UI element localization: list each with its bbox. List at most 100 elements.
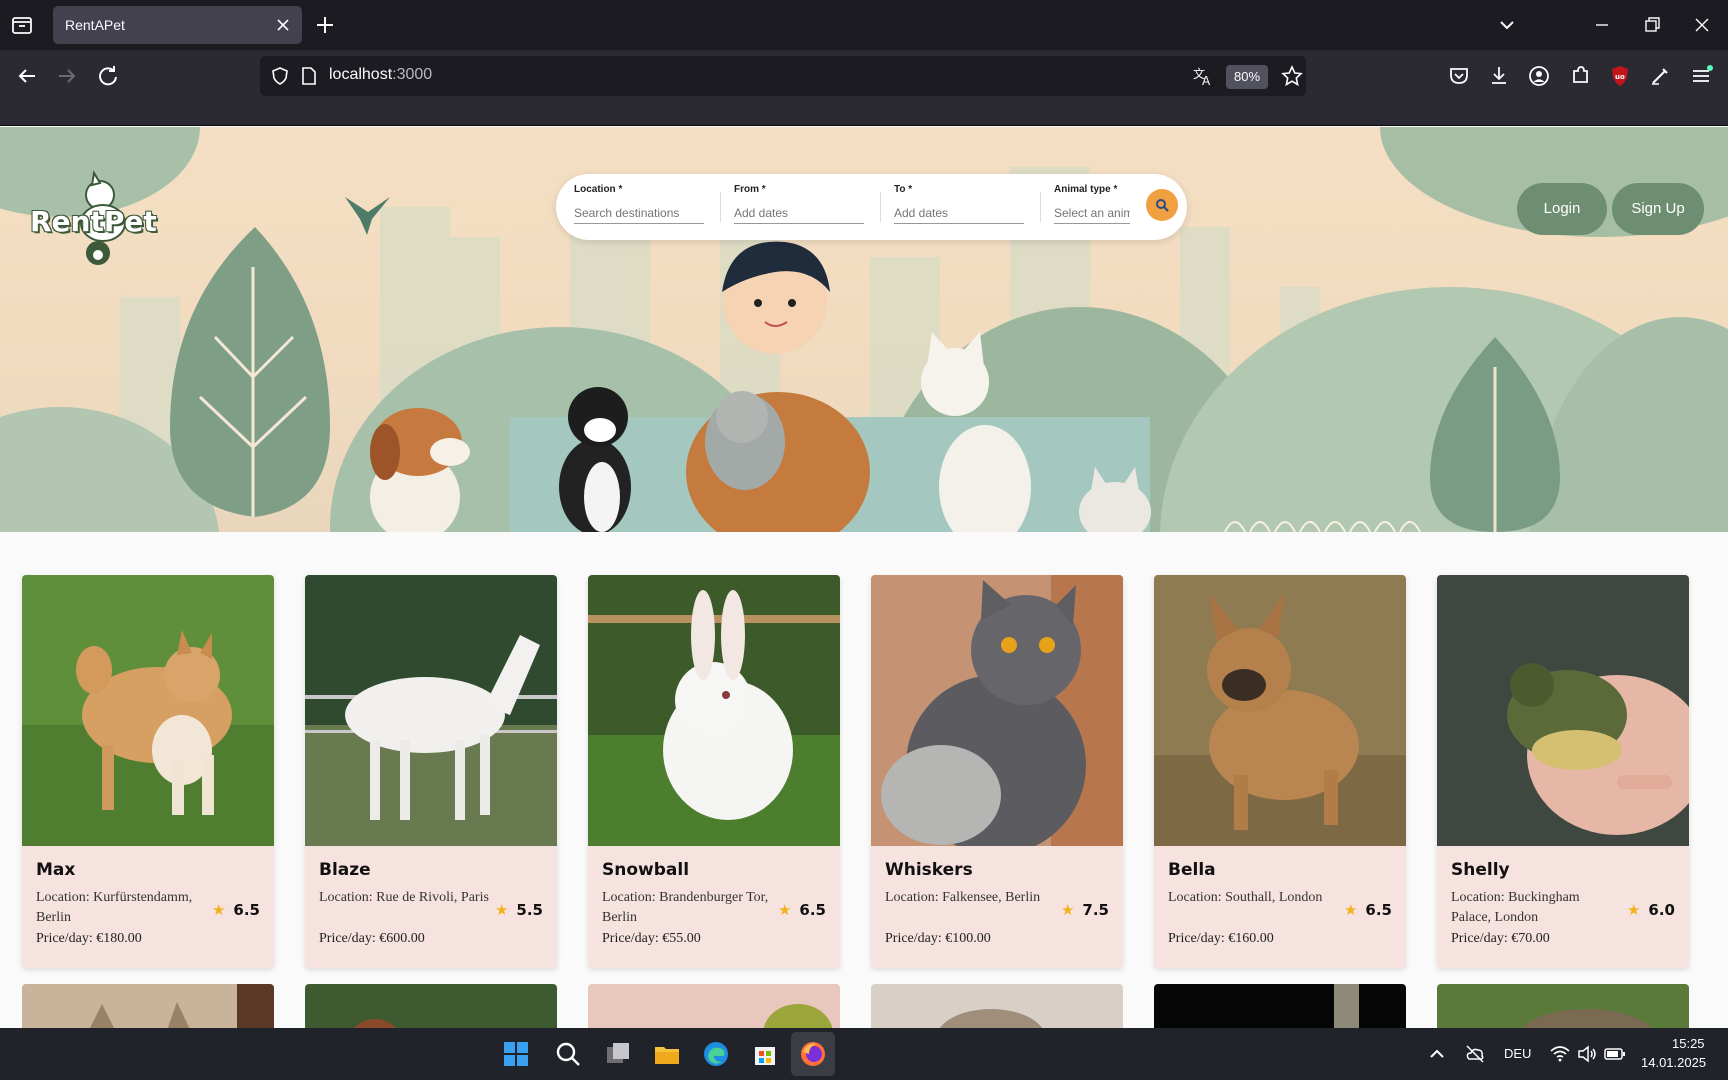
pet-rating: ★ 5.5 xyxy=(494,901,543,919)
pet-name: Shelly xyxy=(1451,860,1510,880)
pet-name: Max xyxy=(36,860,76,880)
hero-banner: RentPet Location * From * To * Animal ty… xyxy=(0,127,1728,532)
extensions-icon[interactable] xyxy=(1565,61,1595,91)
tab-list-icon[interactable] xyxy=(10,13,34,37)
animal-type-select[interactable] xyxy=(1054,202,1130,224)
tab-title: RentAPet xyxy=(65,17,125,33)
translate-icon[interactable]: 文 A xyxy=(1192,65,1214,87)
edge-icon[interactable] xyxy=(700,1038,732,1070)
pocket-icon[interactable] xyxy=(1444,61,1474,91)
url-text[interactable]: localhost:3000 xyxy=(329,66,432,84)
battery-icon[interactable] xyxy=(1604,1046,1626,1062)
chevron-up-icon[interactable] xyxy=(1427,1044,1447,1064)
browser-tab[interactable]: RentAPet xyxy=(53,6,302,44)
pet-card[interactable]: Shelly Location: Buckingham Palace, Lond… xyxy=(1437,575,1689,968)
pet-card[interactable]: Max Location: Kurfürstendamm, Berlin Pri… xyxy=(22,575,274,968)
minimize-icon[interactable] xyxy=(1590,13,1614,37)
animal-type-field: Animal type * xyxy=(1054,182,1130,226)
pet-photo[interactable] xyxy=(305,575,557,846)
pet-price: Price/day: €70.00 xyxy=(1451,931,1550,946)
pet-photo[interactable] xyxy=(588,575,840,846)
pen-tool-icon[interactable] xyxy=(1645,61,1675,91)
wifi-icon[interactable] xyxy=(1549,1044,1571,1064)
star-icon: ★ xyxy=(211,901,226,919)
page-icon[interactable] xyxy=(300,66,318,86)
search-button[interactable] xyxy=(1146,189,1178,221)
pet-photo[interactable] xyxy=(22,575,274,846)
pet-card[interactable]: Bella Location: Southall, London Price/d… xyxy=(1154,575,1406,968)
pet-name: Blaze xyxy=(319,860,371,880)
location-input[interactable] xyxy=(574,202,704,224)
logo-text[interactable]: RentPet xyxy=(30,205,157,238)
pet-location: Location: Falkensee, Berlin xyxy=(885,890,1041,905)
browser-tab-bar: RentAPet xyxy=(0,0,1728,50)
pet-price: Price/day: €100.00 xyxy=(885,931,991,946)
pet-card[interactable]: Blaze Location: Rue de Rivoli, Paris Pri… xyxy=(305,575,557,968)
pet-card-grid: Max Location: Kurfürstendamm, Berlin Pri… xyxy=(0,532,1728,1044)
divider xyxy=(720,192,721,222)
from-date-input[interactable] xyxy=(734,202,864,224)
back-icon[interactable] xyxy=(12,61,42,91)
search-icon[interactable] xyxy=(552,1038,584,1070)
bookmark-star-icon[interactable] xyxy=(1280,64,1304,88)
new-tab-icon[interactable] xyxy=(314,14,336,36)
search-icon xyxy=(1156,199,1169,212)
onedrive-off-icon[interactable] xyxy=(1464,1043,1486,1065)
volume-icon[interactable] xyxy=(1576,1044,1598,1064)
pet-photo[interactable] xyxy=(871,575,1123,846)
from-field: From * xyxy=(734,182,864,226)
star-icon: ★ xyxy=(494,901,509,919)
pet-price: Price/day: €55.00 xyxy=(602,931,701,946)
shield-icon[interactable] xyxy=(270,66,290,86)
pet-price: Price/day: €160.00 xyxy=(1168,931,1274,946)
reload-icon[interactable] xyxy=(93,61,123,91)
list-all-tabs-icon[interactable] xyxy=(1495,13,1519,37)
location-label: Location * xyxy=(574,184,623,195)
pet-rating: ★ 6.5 xyxy=(777,901,826,919)
location-field: Location * xyxy=(574,182,704,226)
clock-date[interactable]: 14.01.2025 xyxy=(1641,1055,1706,1070)
windows-start-icon[interactable] xyxy=(500,1038,532,1070)
divider xyxy=(1040,192,1041,222)
menu-icon[interactable] xyxy=(1686,61,1716,91)
language-indicator[interactable]: DEU xyxy=(1504,1046,1531,1061)
windows-taskbar: DEU 15:25 14.01.2025 xyxy=(0,1028,1728,1080)
pet-location: Location: Rue de Rivoli, Paris xyxy=(319,890,489,905)
pet-card[interactable]: Whiskers Location: Falkensee, Berlin Pri… xyxy=(871,575,1123,968)
pet-card[interactable]: Snowball Location: Brandenburger Tor, Be… xyxy=(588,575,840,968)
zoom-level[interactable]: 80% xyxy=(1226,65,1268,89)
star-icon: ★ xyxy=(1343,901,1358,919)
to-date-input[interactable] xyxy=(894,202,1024,224)
pet-name: Bella xyxy=(1168,860,1216,880)
signup-button[interactable]: Sign Up xyxy=(1612,183,1704,235)
close-window-icon[interactable] xyxy=(1690,13,1714,37)
downloads-icon[interactable] xyxy=(1484,61,1514,91)
to-field: To * xyxy=(894,182,1024,226)
pet-location: Location: Buckingham Palace, London xyxy=(1451,890,1580,925)
clock-time[interactable]: 15:25 xyxy=(1672,1036,1705,1051)
firefox-icon[interactable] xyxy=(797,1038,829,1070)
pet-rating: ★ 6.5 xyxy=(1343,901,1392,919)
star-icon: ★ xyxy=(1626,901,1641,919)
divider xyxy=(880,192,881,222)
microsoft-store-icon[interactable] xyxy=(749,1038,781,1070)
pet-name: Whiskers xyxy=(885,860,973,880)
account-icon[interactable] xyxy=(1524,61,1554,91)
forward-icon[interactable] xyxy=(52,61,82,91)
pet-price: Price/day: €180.00 xyxy=(36,931,142,946)
pet-photo[interactable] xyxy=(1154,575,1406,846)
pet-location: Location: Brandenburger Tor, Berlin xyxy=(602,890,769,925)
restore-icon[interactable] xyxy=(1640,13,1664,37)
address-bar[interactable]: localhost:3000 文 A 80% xyxy=(260,56,1306,96)
file-explorer-icon[interactable] xyxy=(651,1038,683,1070)
pet-rating: ★ 6.5 xyxy=(211,901,260,919)
login-button[interactable]: Login xyxy=(1517,183,1607,235)
animal-type-label: Animal type * xyxy=(1054,184,1118,195)
svg-text:uo: uo xyxy=(1615,73,1625,81)
to-label: To * xyxy=(894,184,913,195)
pet-photo[interactable] xyxy=(1437,575,1689,846)
svg-text:A: A xyxy=(1202,74,1211,87)
ublock-icon[interactable]: uo xyxy=(1605,61,1635,91)
task-view-icon[interactable] xyxy=(602,1038,634,1070)
close-tab-icon[interactable] xyxy=(274,16,292,34)
